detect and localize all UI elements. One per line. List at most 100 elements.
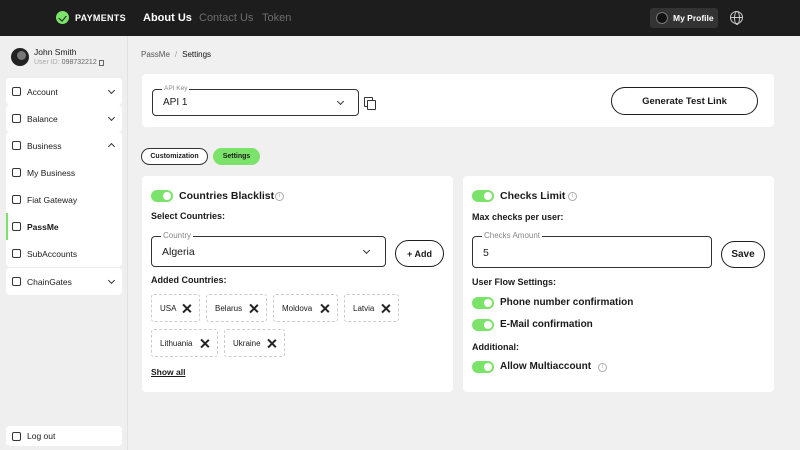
- added-countries-label: Added Countries:: [151, 275, 227, 285]
- nav-contact-us[interactable]: Contact Us: [199, 12, 253, 24]
- api-key-select[interactable]: API Key API 1: [152, 85, 359, 116]
- chaingates-icon: [12, 277, 21, 286]
- countries-blacklist-card: Countries Blacklist i Select Countries: …: [142, 176, 453, 392]
- business-icon: [12, 141, 21, 150]
- info-icon[interactable]: i: [275, 192, 284, 201]
- blacklist-toggle[interactable]: [151, 190, 173, 202]
- subaccounts-icon: [12, 249, 21, 258]
- sidebar-item-fiat-gateway[interactable]: Fiat Gateway: [6, 186, 122, 213]
- grid-icon: [12, 87, 21, 96]
- user-id-value: 098732212: [61, 59, 97, 66]
- api-key-legend: API Key: [162, 85, 190, 92]
- sidebar-item-label: ChainGates: [27, 276, 72, 287]
- top-bar: PAYMENTS About Us Contact Us Token My Pr…: [0, 0, 800, 36]
- my-profile-label: My Profile: [673, 13, 714, 23]
- checks-amount-value: 5: [483, 247, 489, 259]
- breadcrumb: PassMe / Settings: [141, 50, 211, 59]
- sidebar-item-label: Fiat Gateway: [27, 194, 78, 205]
- close-icon[interactable]: [320, 304, 329, 313]
- close-icon[interactable]: [182, 304, 191, 313]
- sidebar-item-label: PassMe: [27, 221, 59, 232]
- nav-token[interactable]: Token: [262, 12, 291, 24]
- sidebar-item-subaccounts[interactable]: SubAccounts: [6, 240, 122, 267]
- info-icon[interactable]: i: [568, 192, 577, 201]
- user-name: John Smith: [34, 47, 77, 57]
- breadcrumb-parent[interactable]: PassMe: [141, 50, 170, 59]
- sidebar-item-my-business[interactable]: My Business: [6, 159, 122, 186]
- tab-customization[interactable]: Customization: [141, 148, 208, 165]
- checks-amount-input[interactable]: Checks Amount 5: [472, 231, 712, 268]
- brand-logo[interactable]: PAYMENTS: [56, 11, 126, 24]
- sidebar-chaingates-card: ChainGates: [6, 268, 122, 295]
- checks-amount-legend: Checks Amount: [482, 231, 543, 240]
- sidebar-business-card: Business My Business Fiat Gateway PassMe…: [6, 132, 122, 267]
- sidebar-item-chaingates[interactable]: ChainGates: [6, 268, 122, 295]
- breadcrumb-current: Settings: [182, 50, 212, 59]
- country-chip-label: Ukraine: [233, 338, 261, 348]
- wallet-icon: [12, 114, 21, 123]
- country-legend: Country: [161, 231, 194, 240]
- phone-confirmation-label: Phone number confirmation: [500, 297, 634, 308]
- checks-limit-card: Checks Limit i Max checks per user: Chec…: [463, 176, 774, 392]
- copy-icon[interactable]: [364, 97, 376, 110]
- globe-icon[interactable]: [730, 11, 743, 25]
- nav-about-us[interactable]: About Us: [143, 12, 192, 24]
- show-all-link[interactable]: Show all: [151, 367, 185, 377]
- profile-avatar: [656, 12, 668, 24]
- add-country-button[interactable]: + Add: [395, 240, 444, 267]
- logout-label: Log out: [27, 431, 56, 441]
- sidebar-item-balance[interactable]: Balance: [6, 105, 122, 132]
- passme-icon: [12, 222, 21, 231]
- sidebar-item-label: SubAccounts: [27, 248, 78, 259]
- close-icon[interactable]: [249, 304, 258, 313]
- monitor-icon: [12, 168, 21, 177]
- chevron-down-icon: [107, 276, 116, 285]
- save-button[interactable]: Save: [721, 241, 765, 268]
- email-confirmation-toggle[interactable]: [472, 319, 494, 331]
- allow-multiaccount-toggle[interactable]: [472, 361, 494, 373]
- sidebar-item-label: My Business: [27, 167, 76, 178]
- country-chip-belarus: Belarus: [206, 294, 267, 322]
- country-chip-label: USA: [160, 303, 177, 313]
- additional-label: Additional:: [472, 342, 519, 352]
- sidebar-item-label: Account: [27, 86, 58, 97]
- sidebar-account-card: Account: [6, 78, 122, 105]
- generate-test-link-button[interactable]: Generate Test Link: [611, 87, 758, 115]
- logo-icon: [56, 11, 69, 24]
- sidebar-item-business[interactable]: Business: [6, 132, 122, 159]
- country-chip-ukraine: Ukraine: [224, 329, 285, 357]
- country-chip-label: Latvia: [353, 303, 375, 313]
- my-profile-button[interactable]: My Profile: [650, 8, 718, 28]
- checks-limit-title: Checks Limit: [500, 190, 566, 202]
- country-chip-latvia: Latvia: [344, 294, 399, 322]
- chevron-down-icon: [107, 113, 116, 122]
- email-confirmation-label: E-Mail confirmation: [500, 319, 593, 330]
- user-block: John Smith User ID: 098732212: [11, 47, 104, 66]
- sidebar-item-passme[interactable]: PassMe: [6, 213, 122, 240]
- sidebar-item-account[interactable]: Account: [6, 78, 122, 105]
- country-chip-lithuania: Lithuania: [151, 329, 218, 357]
- blacklist-title: Countries Blacklist: [179, 190, 275, 202]
- brand-name: PAYMENTS: [75, 12, 126, 23]
- user-id-label: User ID:: [34, 59, 60, 66]
- country-select[interactable]: Country Algeria: [151, 231, 386, 267]
- country-chip-usa: USA: [151, 294, 200, 322]
- close-icon[interactable]: [267, 339, 276, 348]
- chevron-up-icon: [107, 142, 116, 151]
- info-icon[interactable]: i: [598, 363, 607, 372]
- checks-limit-toggle[interactable]: [472, 190, 494, 202]
- logout-button[interactable]: Log out: [6, 426, 122, 446]
- logout-icon: [12, 431, 21, 441]
- tab-settings[interactable]: Settings: [213, 148, 260, 165]
- country-chip-label: Moldova: [282, 303, 313, 313]
- avatar: [11, 47, 29, 66]
- copy-id-icon[interactable]: [98, 59, 104, 66]
- user-id-row: User ID: 098732212: [34, 59, 104, 66]
- select-countries-label: Select Countries:: [151, 211, 226, 221]
- sidebar-balance-card: Balance: [6, 105, 122, 132]
- country-chip-label: Belarus: [215, 303, 243, 313]
- close-icon[interactable]: [200, 339, 209, 348]
- close-icon[interactable]: [381, 304, 390, 313]
- api-key-card: API Key API 1 Generate Test Link: [142, 74, 774, 127]
- phone-confirmation-toggle[interactable]: [472, 297, 494, 309]
